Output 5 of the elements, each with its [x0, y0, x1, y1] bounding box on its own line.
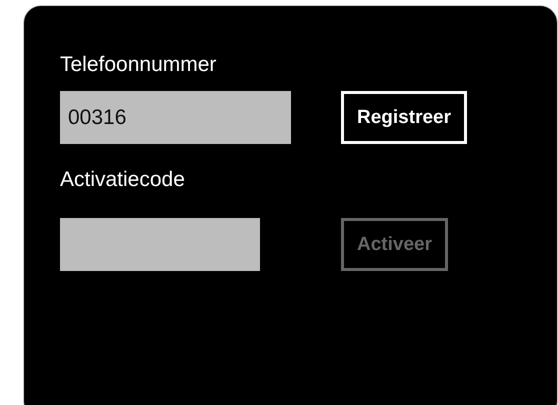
input-field[interactable] [60, 218, 260, 271]
field-label: Activatiecode [60, 167, 186, 193]
action-button[interactable]: Registreer [341, 91, 467, 144]
field-label: Telefoonnummer [60, 52, 218, 78]
input-field[interactable]: 00316 [60, 91, 291, 144]
